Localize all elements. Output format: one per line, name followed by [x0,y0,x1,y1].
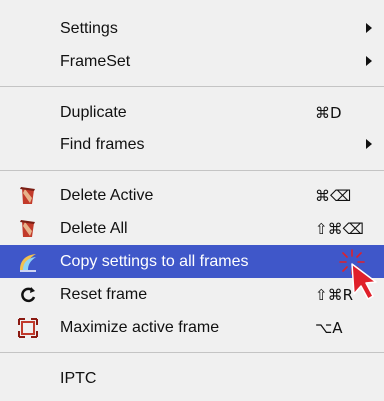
menu-item-label: Settings [60,19,118,37]
maximize-icon [17,317,39,339]
menu-item-copy-settings[interactable]: Copy settings to all frames [0,245,384,278]
menu-separator [0,86,384,87]
menu-item-frameset[interactable]: FrameSet [0,45,384,78]
menu-item-shortcut: ⌥A [315,318,343,337]
menu-item-label: Duplicate [60,103,127,121]
menu-item-delete-active[interactable]: Delete Active ⌘⌫ [0,179,384,212]
menu-item-label: Reset frame [60,285,148,303]
menu-item-settings[interactable]: Settings [0,12,384,45]
menu-separator [0,352,384,353]
menu-item-maximize-active-frame[interactable]: Maximize active frame ⌥A [0,311,384,344]
menu-item-reset-frame[interactable]: Reset frame ⇧⌘R [0,278,384,311]
reset-icon [17,284,39,306]
click-cursor-icon [339,249,377,300]
trash-icon [17,185,39,207]
submenu-arrow-icon [366,56,372,66]
copy-settings-icon [17,251,39,273]
menu-item-label: Delete All [60,219,128,237]
menu-item-duplicate[interactable]: Duplicate ⌘D [0,96,384,129]
menu-item-label: IPTC [60,369,97,387]
menu-item-shortcut: ⌘⌫ [315,186,352,205]
menu-item-label: Copy settings to all frames [60,252,249,270]
menu-item-find-frames[interactable]: Find frames [0,128,384,161]
context-menu: Settings FrameSet Duplicate ⌘D Find fram… [0,0,384,401]
menu-separator [0,170,384,171]
menu-item-label: Find frames [60,135,145,153]
menu-item-label: Maximize active frame [60,318,220,336]
trash-icon [17,218,39,240]
submenu-arrow-icon [366,139,372,149]
menu-item-label: FrameSet [60,52,131,70]
menu-item-shortcut: ⌘D [315,103,342,122]
submenu-arrow-icon [366,23,372,33]
menu-item-label: Delete Active [60,186,154,204]
menu-item-iptc[interactable]: IPTC [0,362,384,395]
menu-item-shortcut: ⇧⌘⌫ [315,219,364,238]
menu-item-delete-all[interactable]: Delete All ⇧⌘⌫ [0,212,384,245]
